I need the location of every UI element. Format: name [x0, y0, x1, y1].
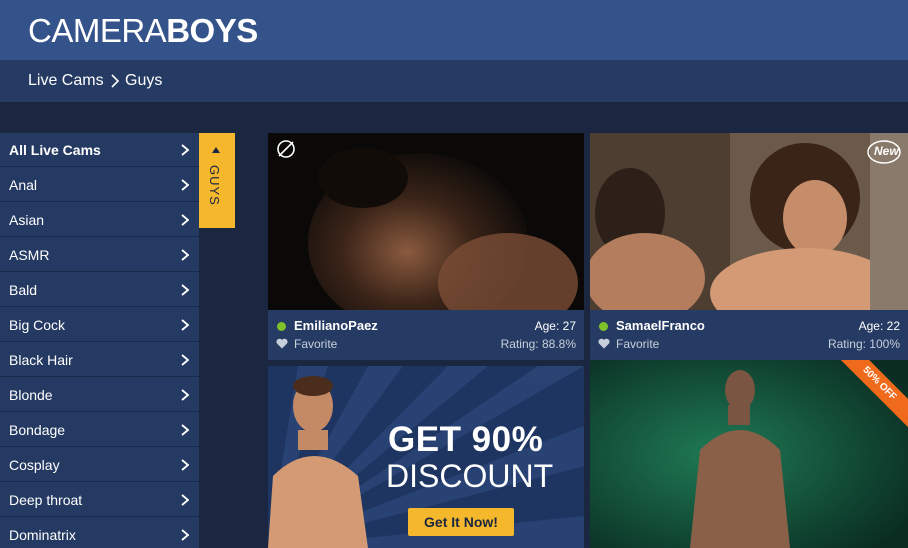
favorite-button[interactable]: Favorite [616, 337, 659, 351]
chevron-right-icon [181, 214, 189, 226]
breadcrumb: Live Cams Guys [0, 60, 908, 102]
model-rating: Rating: 88.8% [500, 337, 576, 351]
sidebar-item-bald[interactable]: Bald [0, 273, 199, 307]
chevron-right-icon [181, 459, 189, 471]
site-logo[interactable]: CAMERABOYS [28, 12, 258, 50]
breadcrumb-guys[interactable]: Guys [125, 72, 162, 90]
chevron-right-icon [181, 249, 189, 261]
model-name[interactable]: EmilianoPaez [294, 318, 378, 333]
sidebar-item-label: Bald [9, 282, 38, 298]
sidebar-item-anal[interactable]: Anal [0, 168, 199, 202]
chevron-right-icon [181, 179, 189, 191]
spacer [0, 102, 908, 132]
heart-icon[interactable] [276, 338, 288, 349]
model-card[interactable]: New SamaelFranco Age: 22 Favorite Rating… [590, 133, 908, 360]
sidebar-item-all-live-cams[interactable]: All Live Cams [0, 133, 199, 167]
sidebar-item-dominatrix[interactable]: Dominatrix [0, 518, 199, 548]
sidebar-item-big-cock[interactable]: Big Cock [0, 308, 199, 342]
model-card[interactable]: EmilianoPaez Age: 27 Favorite Rating: 88… [268, 133, 584, 360]
heart-icon[interactable] [598, 338, 610, 349]
sidebar-item-label: Deep throat [9, 492, 83, 508]
chevron-right-icon [181, 389, 189, 401]
promo-model-image [268, 376, 368, 548]
favorite-button[interactable]: Favorite [294, 337, 337, 351]
category-sidebar: All Live Cams Anal Asian ASMR Bald Big C… [0, 133, 199, 548]
sidebar-item-label: Big Cock [9, 317, 66, 333]
logo-text-camera: CAMERA [28, 12, 167, 49]
model-info: EmilianoPaez Age: 27 Favorite Rating: 88… [268, 310, 584, 360]
model-thumbnail[interactable] [590, 133, 908, 310]
sidebar-item-asian[interactable]: Asian [0, 203, 199, 237]
sidebar-item-label: Black Hair [9, 352, 73, 368]
new-badge: New [866, 139, 902, 165]
get-it-now-button[interactable]: Get It Now! [408, 508, 514, 536]
model-thumbnail[interactable] [268, 133, 584, 310]
sidebar-item-label: Dominatrix [9, 527, 76, 543]
chevron-right-icon [111, 74, 120, 88]
guys-tab-toggle[interactable]: GUYS [199, 133, 235, 228]
sidebar-item-label: Asian [9, 212, 45, 228]
sidebar-item-blonde[interactable]: Blonde [0, 378, 199, 412]
triangle-up-icon [212, 147, 220, 153]
model-rating: Rating: 100% [827, 337, 900, 351]
sidebar-item-label: Anal [9, 177, 38, 193]
chevron-right-icon [181, 529, 189, 541]
guys-tab-label: GUYS [207, 165, 222, 206]
model-card[interactable]: 50% OFF [590, 360, 908, 548]
sidebar-item-deep-throat[interactable]: Deep throat [0, 483, 199, 517]
chevron-right-icon [181, 319, 189, 331]
top-header: CAMERABOYS [0, 0, 908, 60]
chevron-right-icon [181, 284, 189, 296]
promo-banner[interactable]: GET 90% DISCOUNT Get It Now! [268, 366, 584, 548]
sidebar-item-label: Blonde [9, 387, 53, 403]
model-name[interactable]: SamaelFranco [616, 318, 705, 333]
online-status-icon [599, 322, 608, 331]
promo-title: GET 90% [388, 420, 544, 459]
promo-subtitle: DISCOUNT [386, 458, 554, 494]
sidebar-item-black-hair[interactable]: Black Hair [0, 343, 199, 377]
muted-icon [277, 140, 295, 158]
chevron-right-icon [181, 144, 189, 156]
breadcrumb-live-cams[interactable]: Live Cams [28, 72, 104, 90]
sidebar-item-asmr[interactable]: ASMR [0, 238, 199, 272]
model-thumbnail[interactable] [590, 360, 908, 548]
model-info: SamaelFranco Age: 22 Favorite Rating: 10… [590, 310, 908, 360]
chevron-right-icon [181, 424, 189, 436]
sidebar-item-label: Cosplay [9, 457, 60, 473]
model-age: Age: 22 [858, 319, 900, 333]
sidebar-item-label: Bondage [9, 422, 66, 438]
sidebar-item-label: All Live Cams [9, 142, 101, 158]
new-badge-label: New [874, 144, 899, 158]
model-age: Age: 27 [534, 319, 576, 333]
online-status-icon [277, 322, 286, 331]
chevron-right-icon [181, 494, 189, 506]
logo-text-boys: BOYS [166, 12, 258, 49]
sidebar-item-label: ASMR [9, 247, 50, 263]
sidebar-item-cosplay[interactable]: Cosplay [0, 448, 199, 482]
chevron-right-icon [181, 354, 189, 366]
sidebar-item-bondage[interactable]: Bondage [0, 413, 199, 447]
